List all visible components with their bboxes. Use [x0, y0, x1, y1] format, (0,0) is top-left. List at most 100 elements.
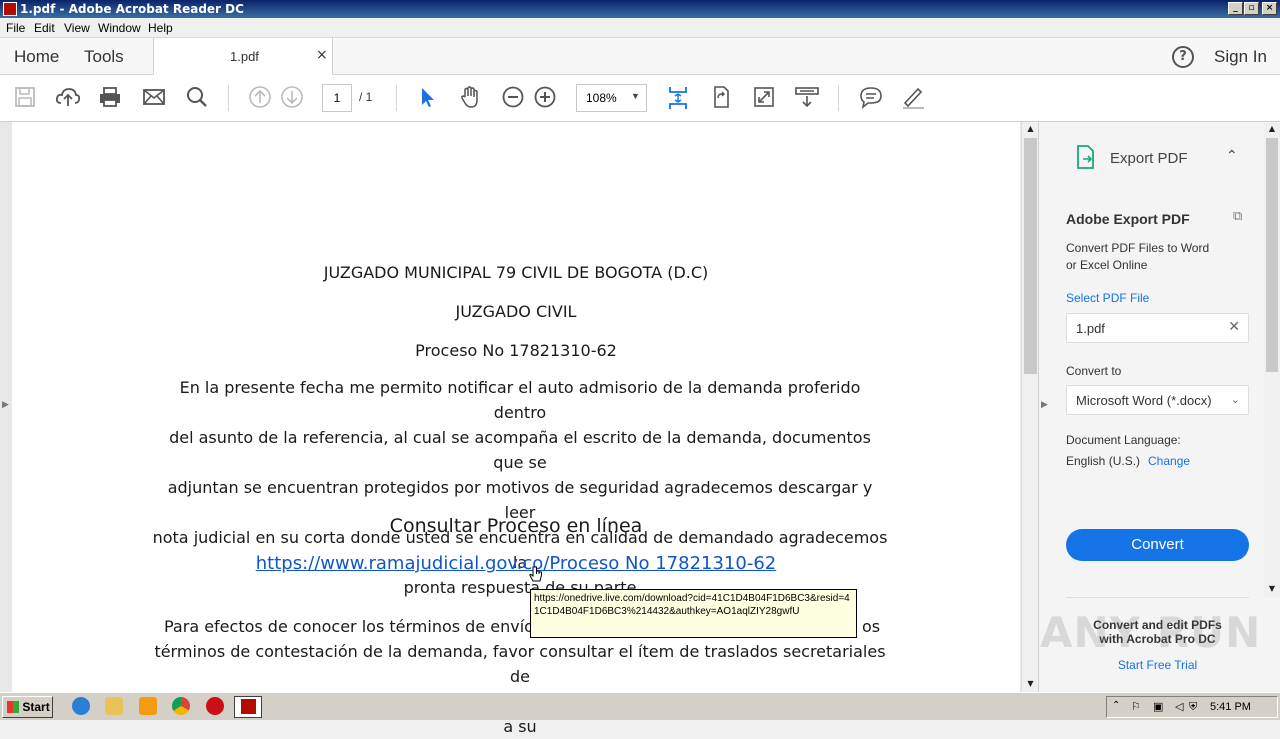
adobe-export-heading: Adobe Export PDF — [1066, 211, 1190, 227]
description-line: Convert PDF Files to Word — [1066, 241, 1210, 255]
page-number-input[interactable]: 1 — [322, 84, 352, 112]
chrome-icon[interactable] — [172, 697, 190, 715]
convert-button[interactable]: Convert — [1066, 529, 1249, 561]
windows-logo-icon — [7, 701, 19, 713]
folder-icon[interactable] — [105, 697, 123, 715]
hand-pointer-cursor-icon — [529, 566, 543, 584]
internet-explorer-icon[interactable] — [72, 697, 90, 715]
court-type: JUZGADO CIVIL — [455, 302, 577, 321]
acrobat-icon — [241, 699, 256, 714]
minimize-button[interactable]: _ — [1228, 2, 1243, 15]
tab-home[interactable]: Home — [14, 47, 59, 67]
selected-file-field[interactable]: 1.pdf ✕ — [1066, 313, 1249, 343]
title-bar: 1.pdf - Adobe Acrobat Reader DC _ ▫ × — [0, 0, 1280, 18]
window-title: 1.pdf - Adobe Acrobat Reader DC — [20, 2, 244, 16]
comment-icon[interactable] — [858, 85, 884, 111]
toolbar-separator — [396, 85, 397, 111]
pdf-page: JUZGADO MUNICIPAL 79 CIVIL DE BOGOTA (D.… — [12, 122, 1020, 736]
document-language-value: English (U.S.) — [1066, 454, 1141, 468]
help-icon[interactable]: ? — [1172, 46, 1194, 68]
export-pdf-icon — [1076, 145, 1096, 169]
zoom-out-icon[interactable] — [500, 85, 526, 111]
highlight-pen-icon[interactable] — [900, 85, 926, 111]
close-window-button[interactable]: × — [1262, 2, 1277, 15]
left-pane-toggle-icon[interactable]: ▶ — [2, 400, 9, 410]
zoom-select[interactable]: 108% ▼ — [576, 84, 647, 112]
shield-icon[interactable]: ⛨ — [1189, 700, 1197, 714]
start-button[interactable]: Start — [2, 696, 53, 718]
right-pane-toggle-icon[interactable]: ▶ — [1041, 400, 1048, 410]
tab-bar: Home Tools 1.pdf × ? Sign In — [0, 38, 1280, 75]
clear-file-icon[interactable]: ✕ — [1228, 319, 1240, 335]
process-number: Proceso No 17821310-62 — [415, 341, 617, 360]
paragraph-line-start: Para efectos de conocer los términos de … — [164, 617, 545, 636]
export-pdf-title[interactable]: Export PDF — [1110, 150, 1188, 167]
upload-cloud-icon[interactable] — [55, 85, 81, 111]
toolbar-separator — [838, 85, 839, 111]
paragraph-line: términos de contestación de la demanda, … — [154, 642, 886, 686]
watermark: ANY RUN — [1040, 608, 1262, 657]
sign-in-link[interactable]: Sign In — [1214, 47, 1267, 67]
process-link-row: https://www.ramajudicial.gov.co/Proceso … — [12, 553, 1020, 574]
scrollbar-thumb[interactable] — [1266, 138, 1278, 372]
document-scrollbar[interactable]: ▲ ▼ — [1021, 122, 1038, 692]
clock: 5:41 PM — [1210, 701, 1251, 713]
close-tab-icon[interactable]: × — [316, 47, 328, 63]
paragraph-line: En la presente fecha me permito notifica… — [179, 378, 861, 422]
description-line: or Excel Online — [1066, 258, 1148, 272]
chevron-down-icon: ▼ — [631, 91, 640, 101]
start-free-trial-link[interactable]: Start Free Trial — [1066, 658, 1249, 672]
convert-format-select[interactable]: Microsoft Word (*.docx) ⌄ — [1066, 385, 1249, 415]
court-name: JUZGADO MUNICIPAL 79 CIVIL DE BOGOTA (D.… — [323, 263, 709, 282]
select-cursor-icon[interactable] — [414, 85, 440, 111]
copy-icon[interactable]: ⧉ — [1233, 209, 1242, 224]
next-page-icon[interactable] — [279, 85, 305, 111]
consult-heading: Consultar Proceso en línea — [389, 515, 643, 537]
tab-tools[interactable]: Tools — [84, 47, 124, 67]
taskbar: Start ⌃ ⚐ ▣ ◁ ⛨ 5:41 PM — [0, 692, 1280, 720]
zoom-in-icon[interactable] — [532, 85, 558, 111]
save-icon[interactable] — [12, 85, 38, 111]
hand-tool-icon[interactable] — [457, 85, 483, 111]
link-tooltip: https://onedrive.live.com/download?cid=4… — [530, 589, 857, 638]
restore-button[interactable]: ▫ — [1244, 2, 1259, 15]
print-icon[interactable] — [97, 85, 123, 111]
rotate-page-icon[interactable] — [708, 85, 734, 111]
menu-file[interactable]: File — [6, 21, 25, 35]
scroll-down-icon[interactable]: ▼ — [1022, 677, 1039, 691]
pane-scrollbar[interactable]: ▲ ▼ — [1264, 122, 1280, 597]
previous-page-icon[interactable] — [247, 85, 273, 111]
scroll-up-icon[interactable]: ▲ — [1264, 122, 1280, 136]
menu-edit[interactable]: Edit — [34, 21, 55, 35]
tray-expand-icon[interactable]: ⌃ — [1112, 700, 1120, 711]
menu-window[interactable]: Window — [98, 21, 141, 35]
chevron-up-icon[interactable]: ⌃ — [1226, 148, 1238, 164]
start-label: Start — [22, 700, 50, 714]
acrobat-taskbar-button[interactable] — [234, 696, 262, 718]
media-player-icon[interactable] — [139, 697, 157, 715]
full-screen-icon[interactable] — [751, 85, 777, 111]
scroll-down-icon[interactable]: ▼ — [1264, 582, 1280, 596]
process-link[interactable]: https://www.ramajudicial.gov.co/Proceso … — [256, 553, 776, 574]
search-icon[interactable] — [184, 85, 210, 111]
change-language-link[interactable]: Change — [1148, 454, 1190, 468]
network-icon[interactable]: ▣ — [1153, 700, 1163, 713]
chevron-down-icon: ⌄ — [1230, 393, 1240, 406]
opera-icon[interactable] — [206, 697, 224, 715]
flag-icon[interactable]: ⚐ — [1131, 700, 1141, 713]
paragraph-line-end: os — [862, 617, 881, 636]
document-tab-label: 1.pdf — [230, 49, 259, 64]
tab-document[interactable]: 1.pdf × — [153, 38, 333, 75]
select-pdf-file-label: Select PDF File — [1066, 291, 1150, 305]
email-icon[interactable] — [141, 85, 167, 111]
convert-to-label: Convert to — [1066, 364, 1122, 378]
scroll-mode-icon[interactable] — [794, 85, 820, 111]
volume-icon[interactable]: ◁ — [1175, 700, 1183, 713]
menu-view[interactable]: View — [64, 21, 90, 35]
toolbar-separator — [228, 85, 229, 111]
selected-file-name: 1.pdf — [1076, 321, 1105, 336]
scrollbar-thumb[interactable] — [1024, 138, 1037, 374]
menu-help[interactable]: Help — [148, 21, 173, 35]
scroll-up-icon[interactable]: ▲ — [1022, 122, 1039, 136]
fit-page-icon[interactable] — [665, 85, 691, 111]
